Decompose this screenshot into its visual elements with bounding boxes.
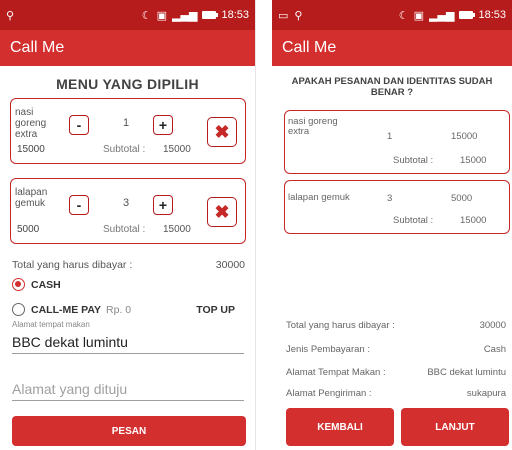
increase-qty-button[interactable]: +	[153, 115, 173, 135]
item-qty: 1	[122, 117, 130, 129]
destination-address-field[interactable]: Alamat yang dituju	[12, 381, 244, 401]
summary-value: Cash	[483, 344, 506, 355]
status-time: 18:53	[478, 9, 506, 21]
image-icon: ▭	[278, 8, 289, 22]
subtotal-label: Subtotal :	[393, 155, 434, 166]
subtotal-label: Subtotal :	[103, 144, 146, 155]
h-signal-icon: ▣	[413, 8, 425, 22]
item-price: 5000	[451, 193, 473, 204]
item-price: 15000	[451, 131, 478, 142]
signal-icon: ▂▄▆	[429, 8, 455, 22]
cash-radio[interactable]	[12, 278, 25, 291]
summary-delivery-row: Alamat Pengiriman : sukapura	[286, 388, 506, 399]
item-name: lalapan gemuk	[288, 192, 350, 203]
summary-label: Total yang harus dibayar :	[286, 320, 395, 331]
subtotal-label: Subtotal :	[393, 215, 434, 226]
item-name: nasi goreng extra	[15, 107, 47, 140]
moon-icon: ☾	[398, 8, 409, 22]
topup-button[interactable]: TOP UP	[196, 304, 235, 316]
summary-value: BBC dekat lumintu	[427, 367, 506, 378]
callme-balance: Rp. 0	[106, 303, 132, 316]
status-time: 18:53	[221, 9, 249, 21]
order-item-card: lalapan gemuk - 3 + ✖ 5000 Subtotal : 15…	[10, 178, 246, 244]
item-subtotal: 15000	[163, 224, 191, 235]
pickup-address-field[interactable]: BBC dekat lumintu	[12, 334, 244, 354]
location-icon: ⚲	[6, 8, 15, 22]
item-price: 5000	[17, 224, 40, 235]
summary-total-row: Total yang harus dibayar : 30000	[286, 320, 506, 331]
item-subtotal: 15000	[460, 215, 487, 226]
next-button[interactable]: LANJUT	[401, 408, 509, 446]
location-icon: ⚲	[294, 8, 303, 22]
summary-label: Alamat Tempat Makan :	[286, 367, 386, 378]
total-label: Total yang harus dibayar :	[12, 259, 133, 271]
total-value: 30000	[215, 259, 245, 271]
total-row: Total yang harus dibayar : 30000	[12, 259, 245, 271]
pickup-address-label: Alamat tempat makan	[12, 320, 90, 329]
h-signal-icon: ▣	[156, 8, 168, 22]
callme-pay-radio[interactable]	[12, 303, 25, 316]
order-screen: ⚲ ☾ ▣ ▂▄▆ 18:53 Call Me MENU YANG DIPILI…	[0, 0, 256, 450]
order-heading: MENU YANG DIPILIH	[56, 76, 199, 92]
confirm-item-card: lalapan gemuk 3 5000 Subtotal : 15000	[284, 180, 510, 234]
battery-icon	[202, 11, 219, 19]
item-name: lalapan gemuk	[15, 187, 48, 209]
summary-label: Jenis Pembayaran :	[286, 344, 370, 355]
payment-callme-option[interactable]: CALL-ME PAY Rp. 0 TOP UP	[12, 303, 245, 316]
order-item-card: nasi goreng extra - 1 + ✖ 15000 Subtotal…	[10, 98, 246, 164]
signal-icon: ▂▄▆	[172, 8, 198, 22]
order-button[interactable]: PESAN	[12, 416, 246, 446]
summary-value: sukapura	[466, 388, 506, 399]
confirmation-screen: ▭ ⚲ ☾ ▣ ▂▄▆ 18:53 Call Me APAKAH PESANAN…	[272, 0, 512, 450]
summary-payment-row: Jenis Pembayaran : Cash	[286, 344, 506, 355]
payment-cash-option[interactable]: CASH	[12, 278, 245, 291]
confirm-heading: APAKAH PESANAN DAN IDENTITAS SUDAH BENAR…	[291, 76, 493, 98]
item-subtotal: 15000	[163, 144, 191, 155]
battery-icon	[459, 11, 476, 19]
decrease-qty-button[interactable]: -	[69, 115, 89, 135]
status-bar: ⚲ ☾ ▣ ▂▄▆ 18:53	[0, 0, 255, 30]
status-bar: ▭ ⚲ ☾ ▣ ▂▄▆ 18:53	[272, 0, 512, 30]
item-name: nasi goreng extra	[288, 116, 338, 137]
callme-pay-label: CALL-ME PAY	[31, 303, 102, 316]
item-qty: 1	[387, 131, 393, 142]
item-subtotal: 15000	[460, 155, 487, 166]
moon-icon: ☾	[141, 8, 152, 22]
increase-qty-button[interactable]: +	[153, 195, 173, 215]
item-price: 15000	[17, 144, 45, 155]
cash-label: CASH	[31, 278, 61, 291]
summary-pickup-row: Alamat Tempat Makan : BBC dekat lumintu	[286, 367, 506, 378]
remove-item-button[interactable]: ✖	[207, 117, 237, 147]
item-qty: 3	[122, 197, 130, 209]
back-button[interactable]: KEMBALI	[286, 408, 394, 446]
item-qty: 3	[387, 193, 393, 204]
summary-value: 30000	[479, 320, 506, 331]
confirm-item-card: nasi goreng extra 1 15000 Subtotal : 150…	[284, 110, 510, 174]
app-title: Call Me	[0, 30, 255, 66]
subtotal-label: Subtotal :	[103, 224, 146, 235]
summary-label: Alamat Pengiriman :	[286, 388, 372, 399]
remove-item-button[interactable]: ✖	[207, 197, 237, 227]
app-title: Call Me	[272, 30, 512, 66]
decrease-qty-button[interactable]: -	[69, 195, 89, 215]
